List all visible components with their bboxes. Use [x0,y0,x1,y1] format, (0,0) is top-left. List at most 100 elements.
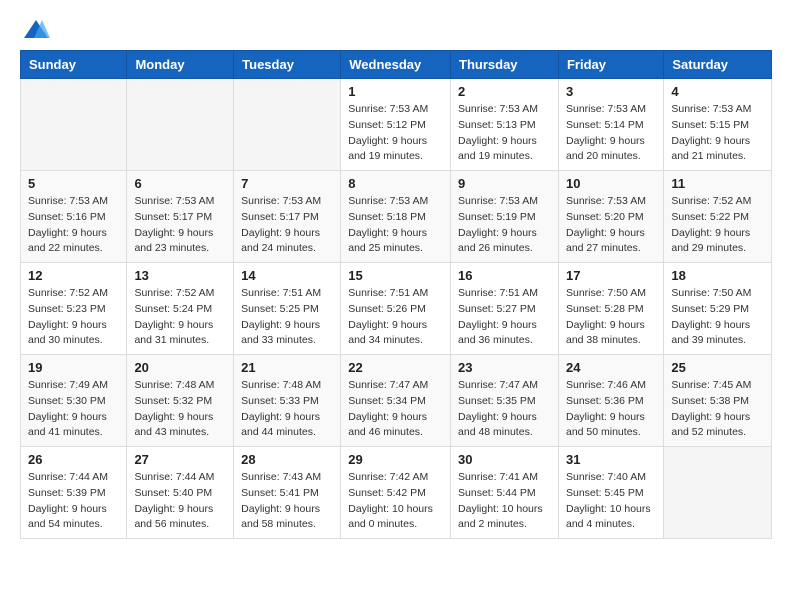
day-number: 5 [28,176,119,191]
day-info: Sunrise: 7:53 AM Sunset: 5:20 PM Dayligh… [566,194,656,257]
day-info: Sunrise: 7:41 AM Sunset: 5:44 PM Dayligh… [458,470,551,533]
calendar-week-row: 19 Sunrise: 7:49 AM Sunset: 5:30 PM Dayli… [21,355,772,447]
day-info: Sunrise: 7:53 AM Sunset: 5:18 PM Dayligh… [348,194,443,257]
day-info: Sunrise: 7:53 AM Sunset: 5:15 PM Dayligh… [671,102,764,165]
calendar-header-row: SundayMondayTuesdayWednesdayThursdayFrid… [21,51,772,79]
calendar-day-cell: 28 Sunrise: 7:43 AM Sunset: 5:41 PM Dayli… [234,447,341,539]
calendar-day-cell: 29 Sunrise: 7:42 AM Sunset: 5:42 PM Dayli… [341,447,451,539]
day-number: 8 [348,176,443,191]
day-number: 2 [458,84,551,99]
day-number: 30 [458,452,551,467]
day-of-week-header: Friday [558,51,663,79]
day-info: Sunrise: 7:52 AM Sunset: 5:24 PM Dayligh… [134,286,226,349]
day-number: 17 [566,268,656,283]
day-number: 23 [458,360,551,375]
day-info: Sunrise: 7:53 AM Sunset: 5:12 PM Dayligh… [348,102,443,165]
day-info: Sunrise: 7:50 AM Sunset: 5:28 PM Dayligh… [566,286,656,349]
calendar-day-cell: 5 Sunrise: 7:53 AM Sunset: 5:16 PM Daylig… [21,171,127,263]
day-number: 25 [671,360,764,375]
day-info: Sunrise: 7:53 AM Sunset: 5:14 PM Dayligh… [566,102,656,165]
calendar-day-cell: 24 Sunrise: 7:46 AM Sunset: 5:36 PM Dayli… [558,355,663,447]
page: SundayMondayTuesdayWednesdayThursdayFrid… [0,0,792,612]
day-number: 15 [348,268,443,283]
calendar-day-cell: 18 Sunrise: 7:50 AM Sunset: 5:29 PM Dayli… [664,263,772,355]
day-number: 20 [134,360,226,375]
calendar-day-cell: 27 Sunrise: 7:44 AM Sunset: 5:40 PM Dayli… [127,447,234,539]
day-of-week-header: Thursday [451,51,559,79]
day-info: Sunrise: 7:49 AM Sunset: 5:30 PM Dayligh… [28,378,119,441]
day-number: 14 [241,268,333,283]
calendar-day-cell: 9 Sunrise: 7:53 AM Sunset: 5:19 PM Daylig… [451,171,559,263]
day-number: 12 [28,268,119,283]
day-info: Sunrise: 7:53 AM Sunset: 5:13 PM Dayligh… [458,102,551,165]
day-number: 21 [241,360,333,375]
day-info: Sunrise: 7:53 AM Sunset: 5:17 PM Dayligh… [241,194,333,257]
day-number: 7 [241,176,333,191]
day-number: 18 [671,268,764,283]
day-of-week-header: Saturday [664,51,772,79]
day-number: 4 [671,84,764,99]
day-number: 1 [348,84,443,99]
day-number: 11 [671,176,764,191]
logo-icon [22,16,50,44]
day-info: Sunrise: 7:44 AM Sunset: 5:39 PM Dayligh… [28,470,119,533]
calendar-day-cell: 17 Sunrise: 7:50 AM Sunset: 5:28 PM Dayli… [558,263,663,355]
calendar-table: SundayMondayTuesdayWednesdayThursdayFrid… [20,50,772,539]
day-number: 13 [134,268,226,283]
day-info: Sunrise: 7:47 AM Sunset: 5:34 PM Dayligh… [348,378,443,441]
day-number: 16 [458,268,551,283]
calendar-week-row: 1 Sunrise: 7:53 AM Sunset: 5:12 PM Daylig… [21,79,772,171]
calendar-day-cell: 21 Sunrise: 7:48 AM Sunset: 5:33 PM Dayli… [234,355,341,447]
day-info: Sunrise: 7:48 AM Sunset: 5:32 PM Dayligh… [134,378,226,441]
day-info: Sunrise: 7:48 AM Sunset: 5:33 PM Dayligh… [241,378,333,441]
day-info: Sunrise: 7:52 AM Sunset: 5:23 PM Dayligh… [28,286,119,349]
calendar-day-cell [234,79,341,171]
calendar-day-cell: 31Sunrise: 7:40 AM Sunset: 5:45 PM Dayli… [558,447,663,539]
day-number: 19 [28,360,119,375]
day-info: Sunrise: 7:50 AM Sunset: 5:29 PM Dayligh… [671,286,764,349]
calendar-day-cell: 4 Sunrise: 7:53 AM Sunset: 5:15 PM Daylig… [664,79,772,171]
day-of-week-header: Tuesday [234,51,341,79]
day-of-week-header: Sunday [21,51,127,79]
logo [20,16,50,40]
day-info: Sunrise: 7:47 AM Sunset: 5:35 PM Dayligh… [458,378,551,441]
calendar-week-row: 12 Sunrise: 7:52 AM Sunset: 5:23 PM Dayli… [21,263,772,355]
calendar-day-cell: 16Sunrise: 7:51 AM Sunset: 5:27 PM Dayli… [451,263,559,355]
day-info: Sunrise: 7:46 AM Sunset: 5:36 PM Dayligh… [566,378,656,441]
calendar-week-row: 26 Sunrise: 7:44 AM Sunset: 5:39 PM Dayli… [21,447,772,539]
calendar-day-cell [21,79,127,171]
calendar-week-row: 5 Sunrise: 7:53 AM Sunset: 5:16 PM Daylig… [21,171,772,263]
day-of-week-header: Monday [127,51,234,79]
calendar-day-cell: 7 Sunrise: 7:53 AM Sunset: 5:17 PM Daylig… [234,171,341,263]
day-info: Sunrise: 7:52 AM Sunset: 5:22 PM Dayligh… [671,194,764,257]
day-number: 24 [566,360,656,375]
calendar-day-cell: 8 Sunrise: 7:53 AM Sunset: 5:18 PM Daylig… [341,171,451,263]
header [20,16,772,40]
day-number: 28 [241,452,333,467]
calendar-day-cell: 1 Sunrise: 7:53 AM Sunset: 5:12 PM Daylig… [341,79,451,171]
day-number: 9 [458,176,551,191]
calendar-day-cell: 26 Sunrise: 7:44 AM Sunset: 5:39 PM Dayli… [21,447,127,539]
day-of-week-header: Wednesday [341,51,451,79]
day-info: Sunrise: 7:53 AM Sunset: 5:16 PM Dayligh… [28,194,119,257]
day-number: 26 [28,452,119,467]
day-number: 27 [134,452,226,467]
calendar-day-cell: 30 Sunrise: 7:41 AM Sunset: 5:44 PM Dayli… [451,447,559,539]
calendar-day-cell: 13 Sunrise: 7:52 AM Sunset: 5:24 PM Dayli… [127,263,234,355]
day-number: 6 [134,176,226,191]
day-info: Sunrise: 7:43 AM Sunset: 5:41 PM Dayligh… [241,470,333,533]
calendar-day-cell [127,79,234,171]
calendar-day-cell: 3Sunrise: 7:53 AM Sunset: 5:14 PM Daylig… [558,79,663,171]
day-info: Sunrise: 7:42 AM Sunset: 5:42 PM Dayligh… [348,470,443,533]
day-info: Sunrise: 7:53 AM Sunset: 5:17 PM Dayligh… [134,194,226,257]
day-info: Sunrise: 7:53 AM Sunset: 5:19 PM Dayligh… [458,194,551,257]
day-info: Sunrise: 7:44 AM Sunset: 5:40 PM Dayligh… [134,470,226,533]
calendar-day-cell [664,447,772,539]
calendar-day-cell: 25Sunrise: 7:45 AM Sunset: 5:38 PM Dayli… [664,355,772,447]
day-number: 10 [566,176,656,191]
day-number: 22 [348,360,443,375]
calendar-day-cell: 23 Sunrise: 7:47 AM Sunset: 5:35 PM Dayli… [451,355,559,447]
day-info: Sunrise: 7:51 AM Sunset: 5:26 PM Dayligh… [348,286,443,349]
calendar-day-cell: 22 Sunrise: 7:47 AM Sunset: 5:34 PM Dayli… [341,355,451,447]
day-number: 29 [348,452,443,467]
